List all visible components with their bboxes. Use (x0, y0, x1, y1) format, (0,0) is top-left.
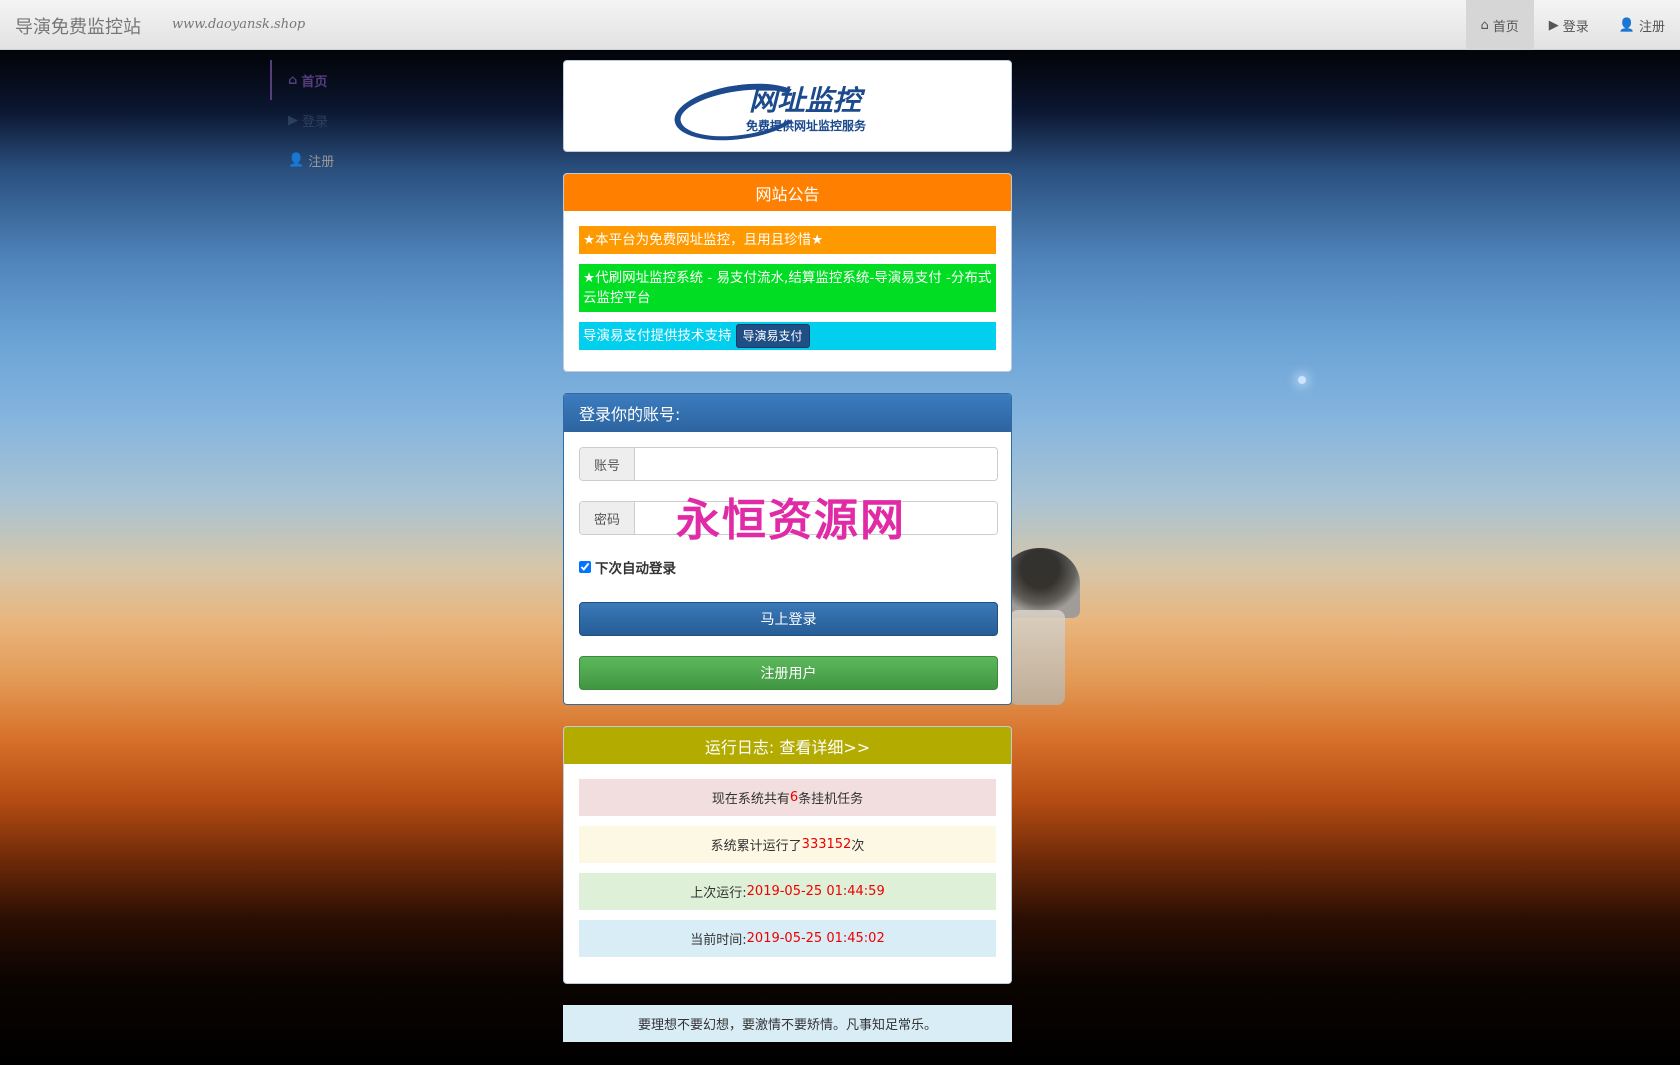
log-row-tasks: 现在系统共有 6 条挂机任务 (579, 779, 996, 816)
logo-panel: 网址监控 免费提供网址监控服务 (563, 60, 1012, 152)
remember-me[interactable]: 下次自动登录 (579, 557, 676, 577)
register-button[interactable]: 注册用户 (579, 656, 998, 690)
home-icon: ⌂ (1480, 17, 1489, 33)
capsule-decoration (1010, 610, 1065, 705)
last-run-time: 2019-05-25 01:44:59 (746, 884, 885, 899)
run-log-title[interactable]: 运行日志: 查看详细>> (564, 727, 1011, 764)
password-label: 密码 (580, 502, 635, 534)
current-time: 2019-05-25 01:45:02 (746, 931, 885, 946)
task-count: 6 (789, 790, 799, 805)
logo-title: 网址监控 (749, 84, 862, 117)
password-input-group: 密码 (579, 501, 998, 535)
brand-link[interactable]: 导演免费监控站 (15, 13, 141, 39)
play-icon: ▶ (288, 112, 298, 128)
home-icon: ⌂ (288, 72, 298, 88)
notice-panel: 网站公告 ★本平台为免费网址监控，且用且珍惜★ ★代刷网址监控系统 - 易支付流… (563, 173, 1012, 372)
footer-quote: 要理想不要幻想，要激情不要矫情。凡事知足常乐。 (563, 1005, 1012, 1042)
account-label: 账号 (580, 448, 635, 480)
user-icon: 👤 (288, 152, 305, 168)
account-input[interactable] (635, 448, 997, 480)
run-log-panel: 运行日志: 查看详细>> 现在系统共有 6 条挂机任务 系统累计运行了 333152 次… (563, 726, 1012, 984)
login-button[interactable]: 马上登录 (579, 602, 998, 636)
log-row-runs: 系统累计运行了 333152 次 (579, 826, 996, 863)
user-icon: 👤 (1618, 17, 1635, 33)
account-input-group: 账号 (579, 447, 998, 481)
remember-label: 下次自动登录 (595, 561, 676, 577)
sidebar-item-label: 登录 (302, 114, 329, 130)
run-count: 333152 (801, 837, 852, 852)
log-text: 当前时间: (690, 933, 747, 948)
sidebar-item-login[interactable]: ▶ 登录 (270, 100, 410, 140)
log-text: 条挂机任务 (798, 792, 864, 807)
log-text: 系统累计运行了 (710, 839, 802, 854)
site-logo: 网址监控 免费提供网址监控服务 (670, 76, 894, 148)
payment-link-button[interactable]: 导演易支付 (735, 324, 810, 348)
sidebar-item-register[interactable]: 👤 注册 (270, 140, 410, 180)
login-title: 登录你的账号: (564, 394, 1011, 432)
background-star (1298, 376, 1306, 384)
sidebar-item-label: 注册 (308, 154, 335, 170)
nav-item-home[interactable]: ⌂ 首页 (1465, 0, 1534, 50)
nav-menu: ⌂ 首页 ▶ 登录 👤 注册 (1465, 0, 1680, 50)
sidebar-item-label: 首页 (301, 74, 328, 90)
notice-line-3-text: 导演易支付提供技术支持 (583, 328, 732, 344)
notice-line-3: 导演易支付提供技术支持 导演易支付 (579, 322, 996, 350)
sidebar-item-home[interactable]: ⌂ 首页 (270, 60, 410, 100)
sidebar: ⌂ 首页 ▶ 登录 👤 注册 (270, 60, 410, 180)
notice-line-2: ★代刷网址监控系统 - 易支付流水,结算监控系统-导演易支付 -分布式云监控平台 (579, 264, 996, 312)
play-icon: ▶ (1548, 17, 1559, 33)
site-url: www.daoyansk.shop (172, 17, 306, 32)
log-text: 现在系统共有 (711, 792, 790, 807)
remember-checkbox[interactable] (579, 561, 591, 573)
nav-item-label: 登录 (1562, 19, 1589, 35)
nav-item-label: 注册 (1638, 19, 1665, 35)
logo-subtitle: 免费提供网址监控服务 (746, 119, 867, 133)
login-panel: 登录你的账号: 账号 密码 永恒资源网 下次自动登录 马上登录 注册用户 (563, 393, 1012, 705)
parachute-decoration (1000, 548, 1080, 618)
notice-title: 网站公告 (564, 174, 1011, 211)
log-row-current-time: 当前时间: 2019-05-25 01:45:02 (579, 920, 996, 957)
nav-item-label: 首页 (1492, 19, 1519, 35)
nav-item-register[interactable]: 👤 注册 (1604, 0, 1680, 50)
password-input[interactable] (635, 502, 997, 534)
log-row-last-run: 上次运行: 2019-05-25 01:44:59 (579, 873, 996, 910)
nav-item-login[interactable]: ▶ 登录 (1534, 0, 1604, 50)
log-text: 上次运行: (690, 886, 747, 901)
log-text: 次 (851, 839, 865, 854)
notice-line-1: ★本平台为免费网址监控，且用且珍惜★ (579, 226, 996, 254)
top-navbar: 导演免费监控站 www.daoyansk.shop ⌂ 首页 ▶ 登录 👤 注册 (0, 0, 1680, 50)
